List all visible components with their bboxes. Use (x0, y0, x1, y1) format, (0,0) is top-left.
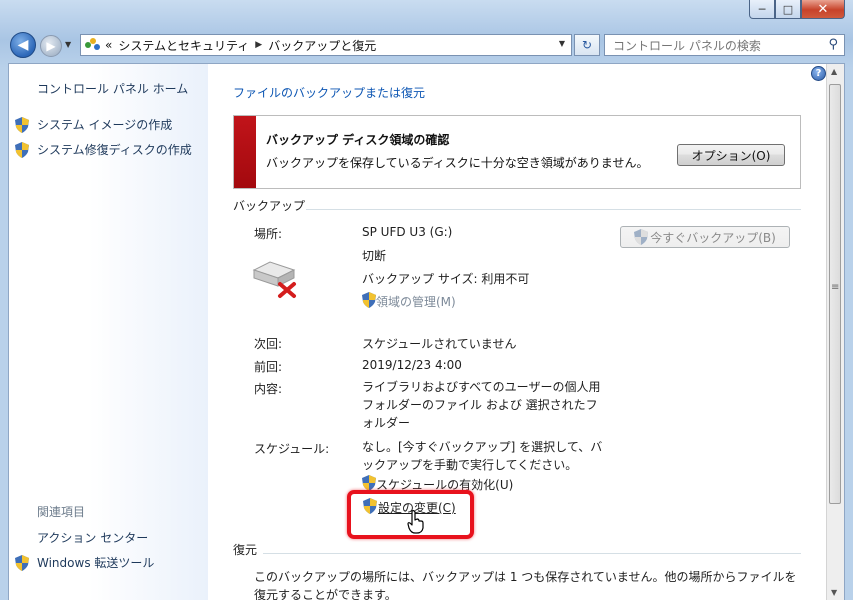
search-icon[interactable]: ⚲ (828, 37, 838, 52)
schedule-value: なし。[今すぐバックアップ] を選択して、バ ックアップを手動で実行してください… (362, 438, 602, 474)
schedule-line: ックアップを手動で実行してください。 (362, 458, 578, 472)
content-area: コントロール パネル ホーム システム イメージの作成 システム修復ディスクの作… (8, 63, 845, 600)
related-title: 関連項目 (37, 505, 86, 519)
restore-line: 復元することができます。 (254, 588, 397, 600)
contents-value: ライブラリおよびすべてのユーザーの個人用 フォルダーのファイル および 選択され… (362, 378, 600, 432)
warning-accent-bar (234, 116, 256, 188)
refresh-icon: ↻ (581, 38, 593, 52)
last-value: 2019/12/23 4:00 (362, 358, 462, 372)
breadcrumb-backup-restore[interactable]: バックアップと復元 (268, 37, 376, 54)
control-panel-icon (85, 38, 101, 52)
chevron-down-icon[interactable]: ▼ (559, 39, 565, 48)
help-icon[interactable]: ? (811, 66, 826, 81)
schedule-line: なし。[今すぐバックアップ] を選択して、バ (362, 440, 603, 454)
warning-panel: バックアップ ディスク領域の確認 バックアップを保存しているディスクに十分な空き… (233, 115, 801, 189)
sidebar-item-home[interactable]: コントロール パネル ホーム (37, 80, 188, 97)
contents-label: 内容: (254, 382, 283, 396)
sidebar-item-create-system-image[interactable]: システム イメージの作成 (37, 116, 172, 133)
contents-line: ライブラリおよびすべてのユーザーの個人用 (362, 380, 601, 394)
sidebar: コントロール パネル ホーム システム イメージの作成 システム修復ディスクの作… (9, 64, 208, 600)
options-button[interactable]: オプション(O) (677, 144, 785, 166)
caption-buttons: ─ □ ✕ (749, 0, 845, 20)
back-button[interactable]: ◀ (10, 32, 36, 58)
refresh-button[interactable]: ↻ (574, 34, 600, 56)
backup-section-title: バックアップ (233, 199, 306, 213)
restore-line: このバックアップの場所には、バックアップは 1 つも保存されていません。他の場所… (254, 570, 797, 584)
breadcrumb-system-security[interactable]: システムとセキュリティ (118, 37, 249, 54)
arrow-right-icon: ▶ (46, 39, 56, 53)
navigation-bar: ◀ ▶ ▼ « システムとセキュリティ ▶ バックアップと復元 ▼ ↻ ⚲ (8, 30, 845, 60)
restore-section-title: 復元 (233, 543, 258, 557)
minimize-button[interactable]: ─ (749, 0, 775, 19)
shield-icon (362, 292, 376, 308)
warning-description: バックアップを保存しているディスクに十分な空き領域がありません。 (266, 156, 649, 170)
shield-icon (362, 475, 376, 491)
sidebar-item-windows-transfer[interactable]: Windows 転送ツール (37, 554, 154, 571)
vertical-scrollbar[interactable]: ▲ ≡ ▼ (826, 64, 844, 600)
scroll-down-icon[interactable]: ▼ (831, 588, 837, 597)
recent-pages-dropdown[interactable]: ▼ (65, 40, 71, 49)
backup-now-button[interactable]: 今すぐバックアップ(B) (620, 226, 790, 248)
location-label: 場所: (254, 227, 283, 241)
close-button[interactable]: ✕ (801, 0, 845, 19)
forward-button[interactable]: ▶ (40, 35, 62, 57)
address-bar[interactable]: « システムとセキュリティ ▶ バックアップと復元 ▼ (80, 34, 572, 56)
shield-icon (634, 229, 649, 245)
disconnected-drive-icon (252, 261, 296, 298)
arrow-left-icon: ◀ (17, 37, 29, 53)
section-divider (263, 553, 801, 554)
warning-title: バックアップ ディスク領域の確認 (266, 133, 450, 147)
backup-size: バックアップ サイズ: 利用不可 (362, 272, 530, 286)
search-input[interactable] (611, 36, 815, 56)
section-divider (306, 209, 801, 210)
drive-status: 切断 (362, 249, 387, 263)
contents-line: フォルダーのファイル および 選択されたフ (362, 398, 598, 412)
schedule-label: スケジュール: (254, 442, 330, 456)
search-box[interactable]: ⚲ (604, 34, 845, 56)
drive-name: SP UFD U3 (G:) (362, 225, 453, 239)
sidebar-item-action-center[interactable]: アクション センター (37, 529, 148, 546)
sidebar-item-create-repair-disc[interactable]: システム修復ディスクの作成 (37, 141, 192, 158)
grip-icon: ≡ (831, 282, 840, 293)
shield-icon (15, 142, 29, 158)
last-label: 前回: (254, 360, 283, 374)
next-label: 次回: (254, 337, 283, 351)
shield-icon (15, 117, 29, 133)
maximize-button[interactable]: □ (775, 0, 801, 19)
scroll-up-icon[interactable]: ▲ (831, 67, 837, 76)
scrollbar-thumb[interactable] (829, 84, 841, 504)
contents-line: ォルダー (362, 416, 411, 430)
control-panel-window: ─ □ ✕ ◀ ▶ ▼ « システムとセキュリティ ▶ バックアップと復元 ▼ … (0, 0, 853, 600)
shield-icon (15, 555, 29, 571)
backup-now-label: 今すぐバックアップ(B) (650, 230, 776, 245)
chevron-right-icon[interactable]: ▶ (255, 40, 262, 50)
backup-restore-link[interactable]: ファイルのバックアップまたは復元 (233, 84, 425, 101)
main-panel: ファイルのバックアップまたは復元 バックアップ ディスク領域の確認 バックアップ… (208, 64, 827, 600)
breadcrumb-overflow[interactable]: « (105, 38, 112, 52)
hand-cursor-icon (407, 510, 424, 534)
restore-description: このバックアップの場所には、バックアップは 1 つも保存されていません。他の場所… (254, 568, 797, 600)
manage-space-link[interactable]: 領域の管理(M) (376, 293, 456, 310)
next-value: スケジュールされていません (362, 337, 517, 351)
